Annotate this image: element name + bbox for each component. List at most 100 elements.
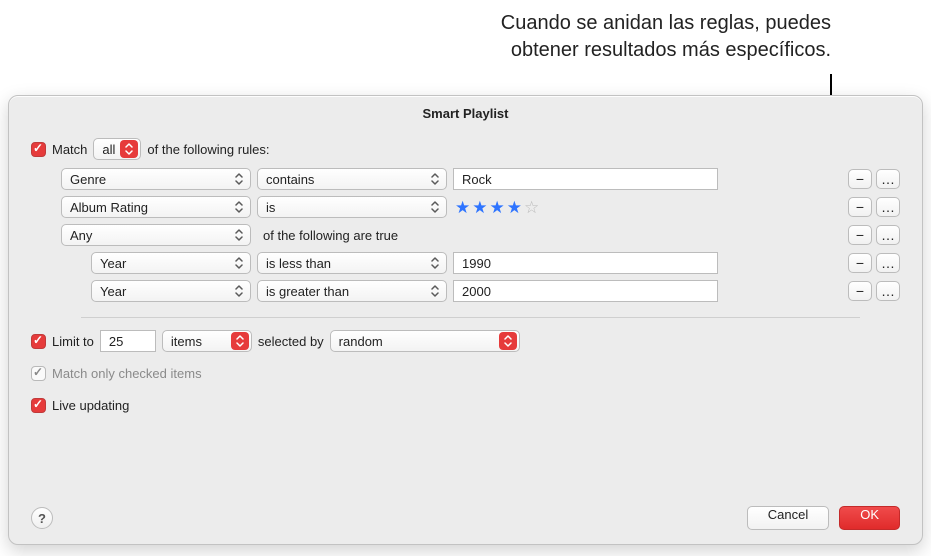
limit-unit-select[interactable]: items	[162, 330, 252, 352]
rule-operator-value: is greater than	[266, 284, 426, 299]
limit-value-text: 25	[109, 334, 123, 349]
limit-by-value: random	[339, 334, 499, 349]
updown-icon	[230, 170, 248, 188]
nested-scope-value: Any	[70, 228, 230, 243]
more-rule-button[interactable]: …	[876, 169, 900, 189]
updown-icon	[120, 140, 138, 158]
cancel-button[interactable]: Cancel	[747, 506, 829, 530]
ellipsis-icon: …	[881, 171, 895, 187]
annotation-line-2: obtener resultados más específicos.	[511, 39, 831, 61]
updown-icon	[230, 198, 248, 216]
rule-value-input[interactable]: Rock	[453, 168, 718, 190]
updown-icon	[426, 254, 444, 272]
limit-value-input[interactable]: 25	[100, 330, 156, 352]
minus-icon: −	[856, 171, 864, 187]
minus-icon: −	[856, 255, 864, 271]
cancel-button-label: Cancel	[768, 507, 808, 522]
rule-field-select[interactable]: Year	[91, 252, 251, 274]
rule-operator-select[interactable]: is greater than	[257, 280, 447, 302]
smart-playlist-dialog: Smart Playlist Match all of the followin…	[8, 95, 923, 545]
star-icon: ★	[490, 199, 505, 216]
rule-field-value: Album Rating	[70, 200, 230, 215]
rule-value-input[interactable]: 1990	[453, 252, 718, 274]
rule-field-select[interactable]: Year	[91, 280, 251, 302]
updown-icon	[426, 282, 444, 300]
dialog-title: Smart Playlist	[31, 104, 900, 133]
match-suffix-label: of the following rules:	[147, 142, 269, 157]
rule-field-select[interactable]: Genre	[61, 168, 251, 190]
limit-label: Limit to	[52, 334, 94, 349]
updown-icon	[230, 226, 248, 244]
match-scope-value: all	[102, 142, 120, 157]
match-only-row: Match only checked items	[31, 361, 900, 385]
rule-row-nested-header: Any of the following are true − …	[61, 224, 900, 246]
updown-icon	[231, 332, 249, 350]
rule-row: Genre contains Rock − …	[61, 168, 900, 190]
callout-annotation: Cuando se anidan las reglas, puedes obte…	[400, 10, 831, 64]
ellipsis-icon: …	[881, 255, 895, 271]
live-updating-checkbox[interactable]	[31, 398, 46, 413]
rule-operator-value: contains	[266, 172, 426, 187]
rule-operator-select[interactable]: is	[257, 196, 447, 218]
rule-field-value: Year	[100, 256, 230, 271]
more-rule-button[interactable]: …	[876, 197, 900, 217]
updown-icon	[230, 254, 248, 272]
match-only-checkbox	[31, 366, 46, 381]
rule-value-text: 1990	[462, 256, 491, 271]
minus-icon: −	[856, 199, 864, 215]
rule-rating-value[interactable]: ★ ★ ★ ★ ☆	[453, 199, 718, 216]
updown-icon	[499, 332, 517, 350]
limit-by-label: selected by	[258, 334, 324, 349]
ellipsis-icon: …	[881, 199, 895, 215]
rule-field-select[interactable]: Album Rating	[61, 196, 251, 218]
match-scope-select[interactable]: all	[93, 138, 141, 160]
help-icon: ?	[38, 511, 46, 526]
star-icon: ★	[507, 199, 522, 216]
star-icon: ★	[472, 199, 487, 216]
annotation-line-1: Cuando se anidan las reglas, puedes	[501, 12, 831, 34]
updown-icon	[230, 282, 248, 300]
remove-rule-button[interactable]: −	[848, 225, 872, 245]
match-checkbox[interactable]	[31, 142, 46, 157]
rule-value-input[interactable]: 2000	[453, 280, 718, 302]
limit-by-select[interactable]: random	[330, 330, 520, 352]
limit-row: Limit to 25 items selected by random	[31, 329, 900, 353]
ok-button-label: OK	[860, 507, 879, 522]
nested-scope-select[interactable]: Any	[61, 224, 251, 246]
minus-icon: −	[856, 283, 864, 299]
rule-operator-select[interactable]: is less than	[257, 252, 447, 274]
more-rule-button[interactable]: …	[876, 253, 900, 273]
live-updating-label: Live updating	[52, 398, 129, 413]
remove-rule-button[interactable]: −	[848, 169, 872, 189]
help-button[interactable]: ?	[31, 507, 53, 529]
ellipsis-icon: …	[881, 283, 895, 299]
star-icon: ★	[455, 199, 470, 216]
rule-row: Year is less than 1990 − …	[91, 252, 900, 274]
ok-button[interactable]: OK	[839, 506, 900, 530]
rule-row: Year is greater than 2000 − …	[91, 280, 900, 302]
rule-operator-select[interactable]: contains	[257, 168, 447, 190]
ellipsis-icon: …	[881, 227, 895, 243]
live-updating-row: Live updating	[31, 393, 900, 417]
limit-checkbox[interactable]	[31, 334, 46, 349]
limit-unit-value: items	[171, 334, 231, 349]
minus-icon: −	[856, 227, 864, 243]
rule-value-text: Rock	[462, 172, 492, 187]
more-rule-button[interactable]: …	[876, 225, 900, 245]
separator	[81, 317, 860, 318]
star-outline-icon: ☆	[524, 199, 539, 216]
remove-rule-button[interactable]: −	[848, 281, 872, 301]
remove-rule-button[interactable]: −	[848, 253, 872, 273]
match-row: Match all of the following rules:	[31, 137, 900, 161]
remove-rule-button[interactable]: −	[848, 197, 872, 217]
rule-operator-value: is	[266, 200, 426, 215]
updown-icon	[426, 198, 444, 216]
rule-field-value: Year	[100, 284, 230, 299]
match-only-label: Match only checked items	[52, 366, 202, 381]
updown-icon	[426, 170, 444, 188]
dialog-footer: ? Cancel OK	[31, 494, 900, 530]
rule-operator-value: is less than	[266, 256, 426, 271]
nested-scope-suffix: of the following are true	[263, 228, 398, 243]
rule-field-value: Genre	[70, 172, 230, 187]
more-rule-button[interactable]: …	[876, 281, 900, 301]
